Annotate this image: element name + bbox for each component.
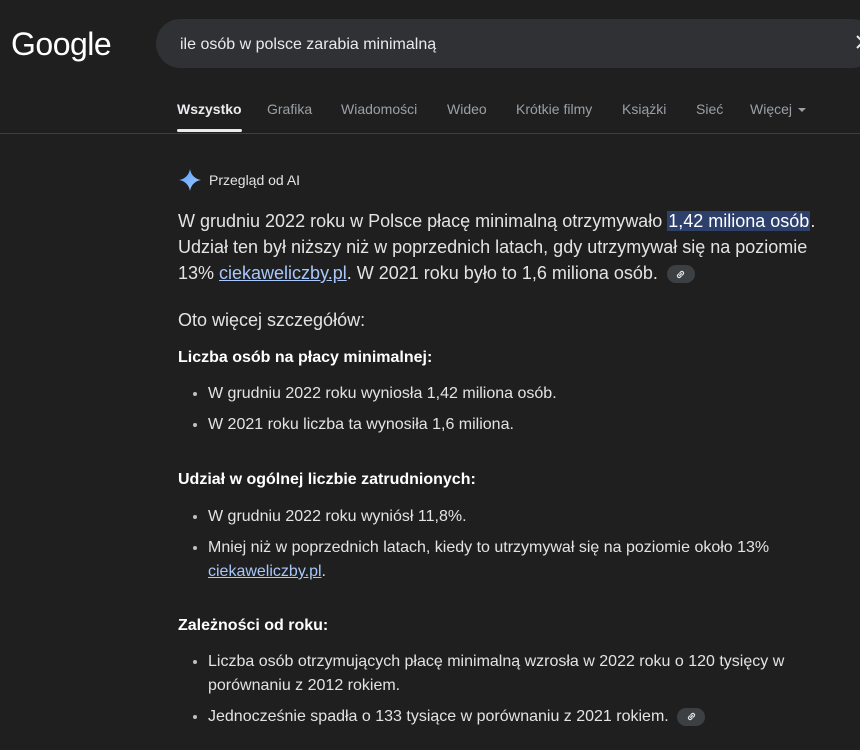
search-bar[interactable] — [156, 19, 860, 70]
list-item-text: Mniej niż w poprzednich latach, kiedy to… — [208, 539, 770, 556]
list-item: Liczba osób otrzymujących płacę minimaln… — [208, 650, 858, 698]
summary-highlight: 1,42 miliona osób — [667, 211, 811, 231]
search-tabs: Wszystko Grafika Wiadomości Wideo Krótki… — [0, 89, 860, 134]
summary-text-3: . W 2021 roku było to 1,6 miliona osób. — [346, 263, 658, 283]
tab-more-label: Więcej — [750, 101, 793, 117]
source-chip[interactable] — [666, 265, 695, 284]
section-title: Udział w ogólnej liczbie zatrudnionych: — [178, 471, 476, 488]
list-item: W 2021 roku liczba ta wynosiła 1,6 milio… — [208, 413, 858, 437]
tab-videos[interactable]: Wideo — [447, 101, 487, 117]
section-list: W grudniu 2022 roku wyniosła 1,42 milion… — [186, 382, 858, 444]
tab-images[interactable]: Grafika — [267, 101, 312, 117]
source-link[interactable]: ciekaweliczby.pl — [219, 263, 347, 283]
google-logo[interactable]: Google — [11, 26, 112, 63]
source-chip[interactable] — [677, 707, 706, 726]
tab-all[interactable]: Wszystko — [177, 101, 242, 117]
more-details-heading: Oto więcej szczegółów: — [178, 310, 366, 330]
list-item: W grudniu 2022 roku wyniosła 1,42 milion… — [208, 382, 858, 406]
source-link[interactable]: ciekaweliczby.pl — [208, 563, 322, 580]
close-icon[interactable] — [853, 32, 860, 52]
link-icon — [677, 270, 685, 278]
tab-web[interactable]: Sieć — [696, 101, 723, 117]
section-title: Zależności od roku: — [178, 617, 329, 634]
active-tab-indicator — [177, 129, 242, 132]
ai-overview-title: Przegląd od AI — [209, 172, 301, 188]
ai-overview-header: Przegląd od AI — [178, 167, 300, 193]
tab-news[interactable]: Wiadomości — [341, 101, 417, 117]
list-item-text: Jednocześnie spadła o 133 tysiące w poró… — [208, 708, 669, 725]
section-list: W grudniu 2022 roku wyniósł 11,8%. Mniej… — [186, 505, 858, 591]
search-input[interactable] — [178, 19, 822, 70]
list-item: Jednocześnie spadła o 133 tysiące w poró… — [208, 705, 858, 729]
list-item-end: . — [321, 563, 326, 580]
tab-more[interactable]: Więcej — [750, 101, 807, 117]
tab-books[interactable]: Książki — [622, 101, 666, 117]
list-item: W grudniu 2022 roku wyniósł 11,8%. — [208, 505, 858, 529]
list-item: Mniej niż w poprzednich latach, kiedy to… — [208, 536, 858, 584]
ai-summary: W grudniu 2022 roku w Polsce płacę minim… — [178, 208, 828, 286]
section-title: Liczba osób na płacy minimalnej: — [178, 349, 433, 366]
link-icon — [687, 713, 695, 721]
section-list: Liczba osób otrzymujących płacę minimaln… — [186, 650, 858, 736]
chevron-down-icon — [798, 108, 807, 113]
sparkle-icon — [179, 169, 201, 191]
summary-text-1: W grudniu 2022 roku w Polsce płacę minim… — [178, 211, 668, 231]
tab-short-videos[interactable]: Krótkie filmy — [516, 101, 592, 117]
